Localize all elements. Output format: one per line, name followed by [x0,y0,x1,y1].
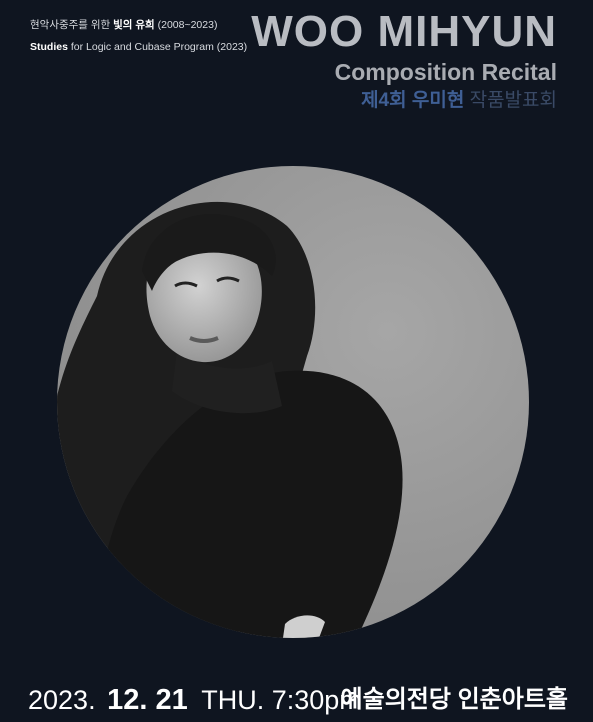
title-block: WOO MIHYUN Composition Recital 제4회 우미현 작… [251,8,557,114]
composer-name: WOO MIHYUN [251,7,557,56]
program-1-prefix: 현악사중주를 위한 [30,19,111,31]
program-2-title: Studies [30,41,68,53]
korean-title-light: 작품발표회 [469,90,557,111]
recital-subtitle: Composition Recital [334,59,557,85]
program-2-rest: for Logic and Cubase Program (2023) [70,41,248,53]
portrait-illustration [57,166,529,638]
program-1-years: (2008~2023) [157,19,218,31]
portrait-photo [57,166,529,638]
event-weekday-time: THU. 7:30pm [201,685,362,715]
event-month-day: 12. 21 [107,684,188,716]
program-1-title: 빛의 유희 [113,19,155,31]
program-item-2: Studies for Logic and Cubase Program (20… [30,36,247,58]
event-venue: 예술의전당 인춘아트홀 [340,686,568,713]
program-list: 현악사중주를 위한 빛의 유희 (2008~2023) Studies for … [30,14,247,58]
program-item-1: 현악사중주를 위한 빛의 유희 (2008~2023) [30,14,247,36]
event-year: 2023. [28,685,96,715]
event-date: 2023. 12. 21 THU. 7:30pm [28,682,362,718]
korean-title: 제4회 우미현 작품발표회 [251,88,557,114]
recital-poster: 현악사중주를 위한 빛의 유희 (2008~2023) Studies for … [0,0,593,722]
event-info: 2023. 12. 21 THU. 7:30pm 예술의전당 인춘아트홀 [28,682,568,718]
korean-title-strong: 제4회 우미현 [361,90,465,111]
